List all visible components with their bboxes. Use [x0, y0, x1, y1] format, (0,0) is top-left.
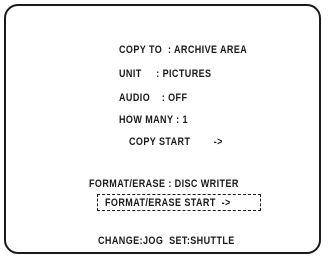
format-erase-start-item[interactable]: FORMAT/ERASE START ->: [105, 197, 231, 210]
menu-screen: COPY TO : ARCHIVE AREA UNIT : PICTURES A…: [4, 4, 321, 254]
audio-item[interactable]: AUDIO : OFF: [119, 92, 187, 105]
how-many-item[interactable]: HOW MANY : 1: [119, 114, 188, 127]
unit-item[interactable]: UNIT : PICTURES: [119, 68, 211, 81]
copy-start-item[interactable]: COPY START ->: [129, 136, 223, 149]
footer-hint: CHANGE:JOG SET:SHUTTLE: [98, 235, 235, 247]
format-erase-item[interactable]: FORMAT/ERASE : DISC WRITER: [89, 178, 239, 191]
copy-to-item[interactable]: COPY TO : ARCHIVE AREA: [119, 44, 247, 57]
